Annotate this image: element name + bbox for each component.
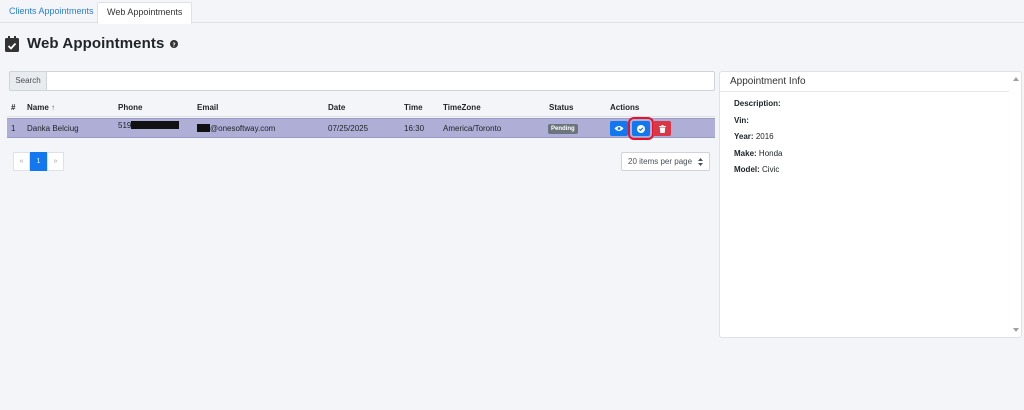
- check-circle-icon: [637, 124, 645, 133]
- svg-text:?: ?: [173, 42, 176, 48]
- question-circle-icon[interactable]: ?: [170, 39, 179, 48]
- column-header-status[interactable]: Status: [549, 103, 573, 112]
- panel-scrollbar[interactable]: [1011, 72, 1021, 337]
- scroll-up-icon[interactable]: [1013, 77, 1019, 81]
- column-header-timezone[interactable]: TimeZone: [443, 103, 481, 112]
- confirm-button[interactable]: [628, 117, 654, 140]
- info-model: Model: Civic: [734, 165, 780, 174]
- status-badge: Pending: [548, 124, 578, 134]
- appointments-table: # Name ↑ Phone Email Date Time TimeZone …: [7, 99, 715, 140]
- tab-web-appointments[interactable]: Web Appointments: [97, 2, 193, 24]
- search-group: Search: [9, 71, 715, 91]
- info-vin: Vin:: [734, 115, 749, 125]
- column-header-date[interactable]: Date: [328, 103, 345, 112]
- search-input[interactable]: [46, 71, 715, 91]
- panel-title: Appointment Info: [720, 72, 1009, 92]
- row-time: 16:30: [404, 124, 425, 133]
- row-date: 07/25/2025: [328, 124, 369, 133]
- view-button[interactable]: [610, 121, 628, 136]
- calendar-check-icon: [5, 35, 19, 52]
- redacted-block: [197, 124, 210, 132]
- trash-icon: [658, 124, 666, 133]
- column-header-name[interactable]: Name ↑: [27, 103, 55, 112]
- appointment-info-panel: Appointment Info Description: Vin: Year:…: [719, 71, 1022, 338]
- info-year: Year: 2016: [734, 132, 774, 141]
- info-description: Description:: [734, 99, 781, 108]
- scroll-down-icon[interactable]: [1013, 328, 1019, 332]
- pagination-next[interactable]: »: [47, 152, 64, 171]
- redacted-block: [131, 121, 180, 129]
- panel-body: Description: Vin: Year: 2016 Make: Honda…: [720, 92, 1021, 182]
- column-header-actions: Actions: [610, 103, 640, 112]
- sort-arrows-icon: [698, 158, 703, 166]
- sort-arrow-icon: ↑: [51, 103, 56, 112]
- pagination-prev[interactable]: «: [13, 152, 30, 171]
- tab-clients-appointments[interactable]: Clients Appointments: [0, 2, 103, 23]
- table-row[interactable]: 1 Danka Belciug 519 @onesoftway.com 07/2…: [7, 117, 715, 140]
- eye-icon: [614, 126, 624, 131]
- items-per-page-select[interactable]: 20 items per page: [621, 152, 710, 171]
- page-header: Web Appointments ?: [5, 35, 179, 52]
- column-header-index: #: [11, 103, 16, 112]
- row-index: 1: [11, 124, 16, 133]
- column-header-email[interactable]: Email: [197, 103, 218, 112]
- table-header: # Name ↑ Phone Email Date Time TimeZone …: [7, 99, 715, 117]
- row-name: Danka Belciug: [27, 124, 79, 133]
- page-title: Web Appointments: [27, 35, 165, 52]
- info-make: Make: Honda: [734, 148, 783, 158]
- column-header-phone[interactable]: Phone: [118, 103, 142, 112]
- items-per-page-value: 20 items per page: [628, 157, 693, 166]
- pagination-page-1[interactable]: 1: [30, 152, 47, 171]
- pagination: « 1 »: [13, 152, 64, 171]
- row-email: @onesoftway.com: [197, 124, 275, 133]
- tab-bar: Clients Appointments Web Appointments: [0, 0, 1024, 24]
- row-phone: 519: [118, 121, 180, 130]
- column-header-time[interactable]: Time: [404, 103, 423, 112]
- row-timezone: America/Toronto: [443, 124, 502, 133]
- delete-button[interactable]: [653, 121, 671, 136]
- search-label: Search: [9, 71, 46, 91]
